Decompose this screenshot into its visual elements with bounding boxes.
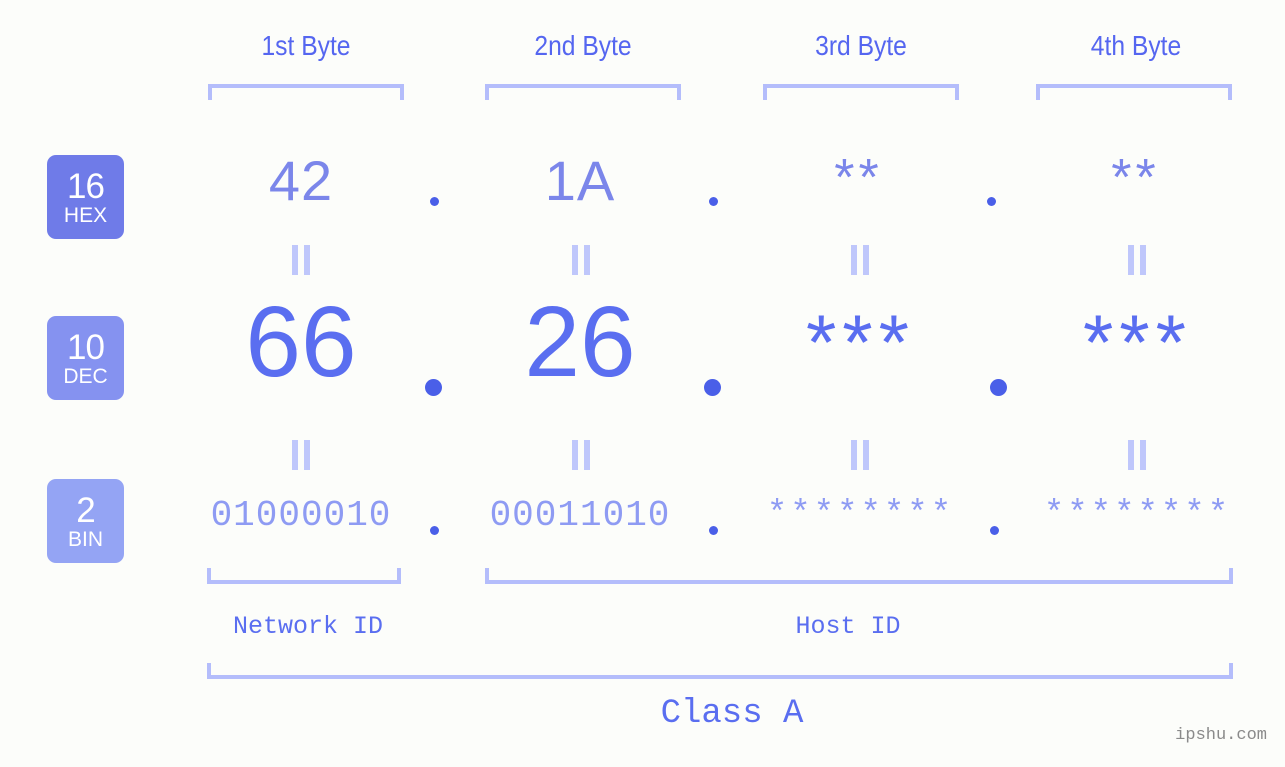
equality-mark-hex-dec-1: [290, 245, 312, 275]
byte-bracket-top-2: [485, 84, 681, 100]
ip-byte-breakdown-diagram: 1st Byte 2nd Byte 3rd Byte 4th Byte 16 H…: [0, 0, 1285, 767]
site-watermark: ipshu.com: [1175, 726, 1267, 745]
hex-value-byte-3: **: [834, 149, 883, 207]
host-id-label: Host ID: [795, 612, 901, 641]
equality-mark-hex-dec-2: [570, 245, 592, 275]
base-badge-bin: 2 BIN: [47, 479, 124, 563]
hex-value-byte-4: **: [1111, 149, 1160, 207]
network-id-bracket: [207, 568, 401, 584]
base-badge-hex-name: HEX: [63, 203, 108, 227]
bin-separator-3: [990, 526, 999, 535]
dec-value-byte-4: ***: [1082, 298, 1193, 386]
dec-separator-1: [425, 379, 442, 396]
bin-value-byte-4: ********: [1043, 496, 1232, 534]
base-badge-bin-name: BIN: [67, 527, 103, 551]
base-badge-hex: 16 HEX: [47, 155, 124, 239]
base-badge-hex-number: 16: [67, 166, 105, 206]
dec-value-byte-1: 66: [245, 286, 357, 398]
dec-separator-2: [704, 379, 721, 396]
equality-mark-hex-dec-4: [1126, 245, 1148, 275]
dec-separator-3: [990, 379, 1007, 396]
hex-value-byte-2: 1A: [544, 149, 616, 212]
bin-value-byte-3: ********: [766, 496, 955, 534]
network-id-label: Network ID: [232, 612, 384, 641]
byte-bracket-top-1: [208, 84, 404, 100]
hex-separator-1: [430, 197, 439, 206]
hex-separator-2: [709, 197, 718, 206]
hex-separator-3: [987, 197, 996, 206]
bin-value-byte-2: 00011010: [489, 495, 671, 536]
equality-mark-hex-dec-3: [849, 245, 871, 275]
dec-value-byte-2: 26: [524, 286, 636, 398]
base-badge-dec-number: 10: [67, 327, 105, 367]
equality-mark-dec-bin-3: [849, 440, 871, 470]
byte-bracket-top-4: [1036, 84, 1232, 100]
base-badge-dec-name: DEC: [63, 364, 108, 388]
byte-header-1: 1st Byte: [261, 30, 351, 61]
byte-header-3: 3rd Byte: [815, 30, 907, 61]
byte-bracket-top-3: [763, 84, 959, 100]
bin-separator-1: [430, 526, 439, 535]
hex-value-byte-1: 42: [268, 149, 334, 212]
class-label: Class A: [660, 695, 804, 733]
equality-mark-dec-bin-2: [570, 440, 592, 470]
byte-header-4: 4th Byte: [1090, 30, 1182, 61]
host-id-bracket: [485, 568, 1233, 584]
equality-mark-dec-bin-1: [290, 440, 312, 470]
equality-mark-dec-bin-4: [1126, 440, 1148, 470]
bin-value-byte-1: 01000010: [210, 495, 392, 536]
byte-header-2: 2nd Byte: [534, 30, 632, 61]
dec-value-byte-3: ***: [805, 298, 916, 386]
class-bracket: [207, 663, 1233, 679]
bin-separator-2: [709, 526, 718, 535]
base-badge-dec: 10 DEC: [47, 316, 124, 400]
base-badge-bin-number: 2: [76, 490, 95, 530]
